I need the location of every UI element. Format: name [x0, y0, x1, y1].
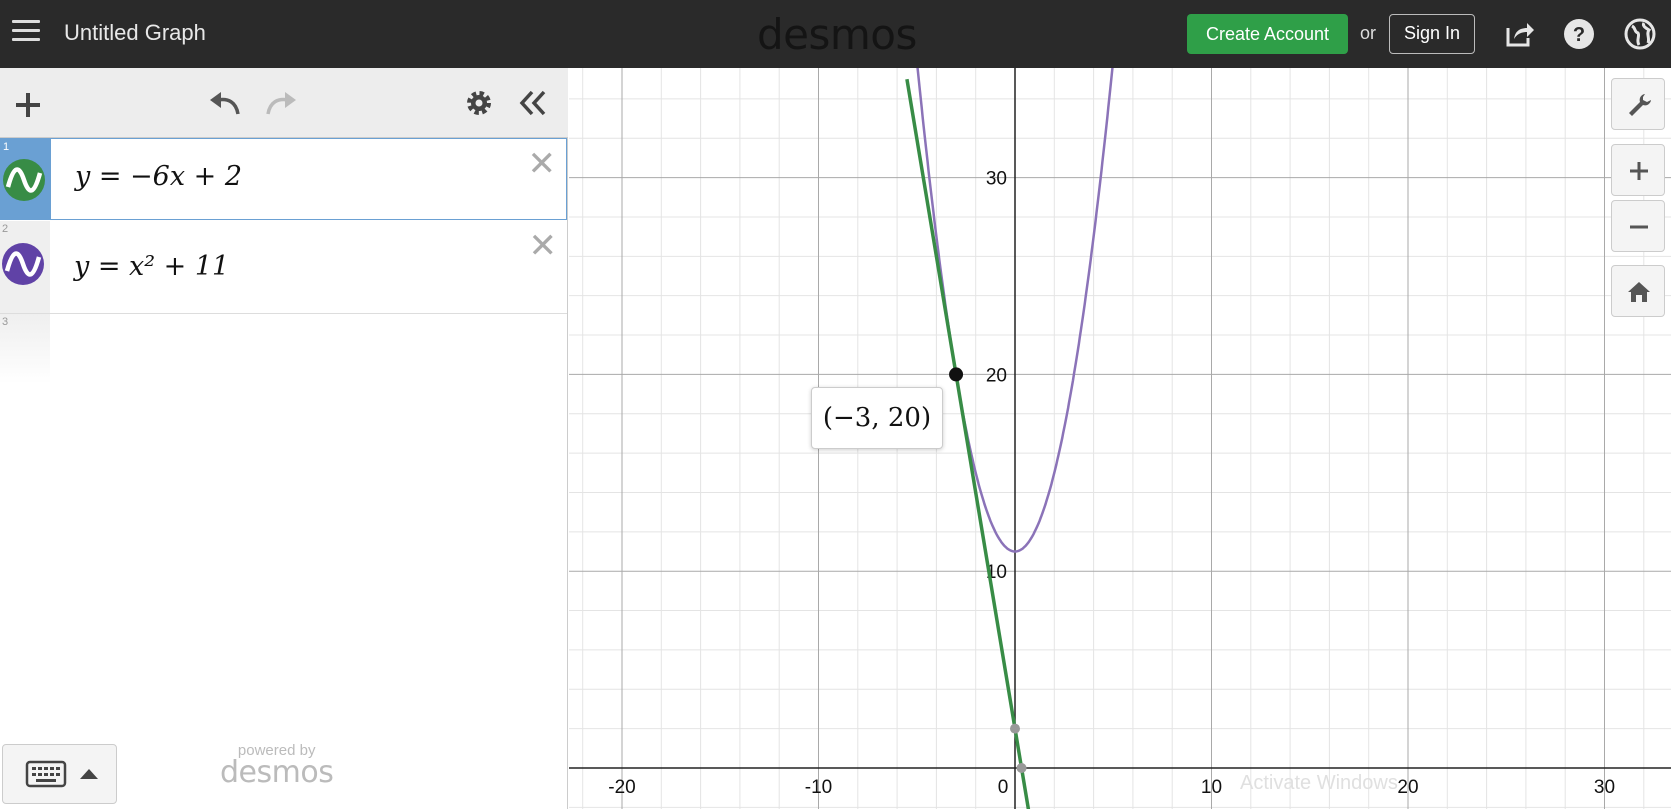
zoom-in-icon	[1630, 162, 1648, 180]
powered-by: powered by desmos	[220, 742, 334, 790]
x-tick-label: -20	[608, 777, 635, 798]
expression-panel: 1 y = −6x + 2 ✕ 2 y = x² + 11 ✕ 3 powere…	[0, 68, 568, 809]
expression-row[interactable]: 2 y = x² + 11 ✕	[0, 221, 567, 314]
x-tick-label: 10	[1201, 777, 1222, 798]
help-icon[interactable]: ?	[1563, 18, 1595, 50]
or-text: or	[1360, 23, 1377, 43]
x-intercept-point	[1016, 763, 1027, 773]
expression-gutter: 1	[1, 139, 51, 219]
keyboard-icon	[25, 760, 98, 788]
expression-toolbar	[0, 68, 568, 138]
default-viewport-button[interactable]	[1611, 265, 1665, 317]
windows-watermark: Activate Windows	[1240, 772, 1398, 794]
expression-input[interactable]: y = −6x + 2	[75, 161, 242, 192]
y-tick-label: 20	[986, 365, 1007, 386]
expression-row[interactable]: 1 y = −6x + 2 ✕	[0, 138, 567, 220]
sign-in-button[interactable]: Sign In	[1389, 14, 1475, 54]
wave-icon[interactable]	[3, 159, 45, 201]
undo-icon[interactable]	[208, 88, 244, 123]
y-intercept-point	[1010, 723, 1020, 734]
x-tick-label: 0	[998, 777, 1009, 798]
header-bar: Untitled Graph desmos Create Account or …	[0, 0, 1671, 68]
graph-plot[interactable]: -20 -10 0 10 20 30102030	[569, 68, 1671, 809]
x-tick-label: 30	[1594, 777, 1615, 798]
powered-by-logo: desmos	[220, 755, 334, 790]
zoom-out-button[interactable]	[1611, 200, 1665, 252]
redo-icon[interactable]	[262, 88, 298, 123]
menu-icon[interactable]	[12, 20, 40, 46]
row-number: 1	[3, 141, 10, 153]
wave-icon[interactable]	[2, 243, 44, 285]
graph-title[interactable]: Untitled Graph	[64, 20, 206, 46]
share-icon[interactable]	[1503, 18, 1535, 50]
row-number: 2	[2, 223, 9, 235]
desmos-logo: desmos	[757, 10, 917, 59]
highlighted-point	[949, 367, 964, 382]
zoom-in-button[interactable]	[1611, 144, 1665, 196]
point-label[interactable]: (−3, 20)	[811, 387, 943, 449]
expression-input[interactable]: y = x² + 11	[74, 251, 229, 282]
settings-icon[interactable]	[464, 88, 494, 123]
expression-gutter: 2	[0, 221, 50, 313]
y-tick-label: 30	[986, 169, 1007, 190]
wrench-icon	[1629, 94, 1651, 116]
keyboard-toggle-button[interactable]	[2, 744, 117, 804]
expression-gutter: 3	[0, 314, 50, 384]
collapse-icon[interactable]	[518, 88, 548, 123]
row-number: 3	[2, 316, 9, 328]
home-icon	[1628, 282, 1650, 302]
delete-expression-icon[interactable]: ✕	[528, 147, 557, 181]
svg-text:?: ?	[1573, 24, 1585, 46]
graph-canvas[interactable]: -20 -10 0 10 20 30 10 20 30	[569, 68, 1671, 809]
create-account-button[interactable]: Create Account	[1187, 14, 1348, 54]
globe-icon[interactable]	[1624, 18, 1656, 50]
delete-expression-icon[interactable]: ✕	[529, 229, 558, 263]
graph-settings-button[interactable]	[1611, 78, 1665, 130]
add-icon[interactable]	[13, 90, 43, 125]
zoom-out-icon	[1630, 225, 1648, 229]
x-tick-label: -10	[805, 777, 832, 798]
expression-row[interactable]: 3	[0, 314, 567, 384]
x-tick-label: 20	[1397, 777, 1418, 798]
